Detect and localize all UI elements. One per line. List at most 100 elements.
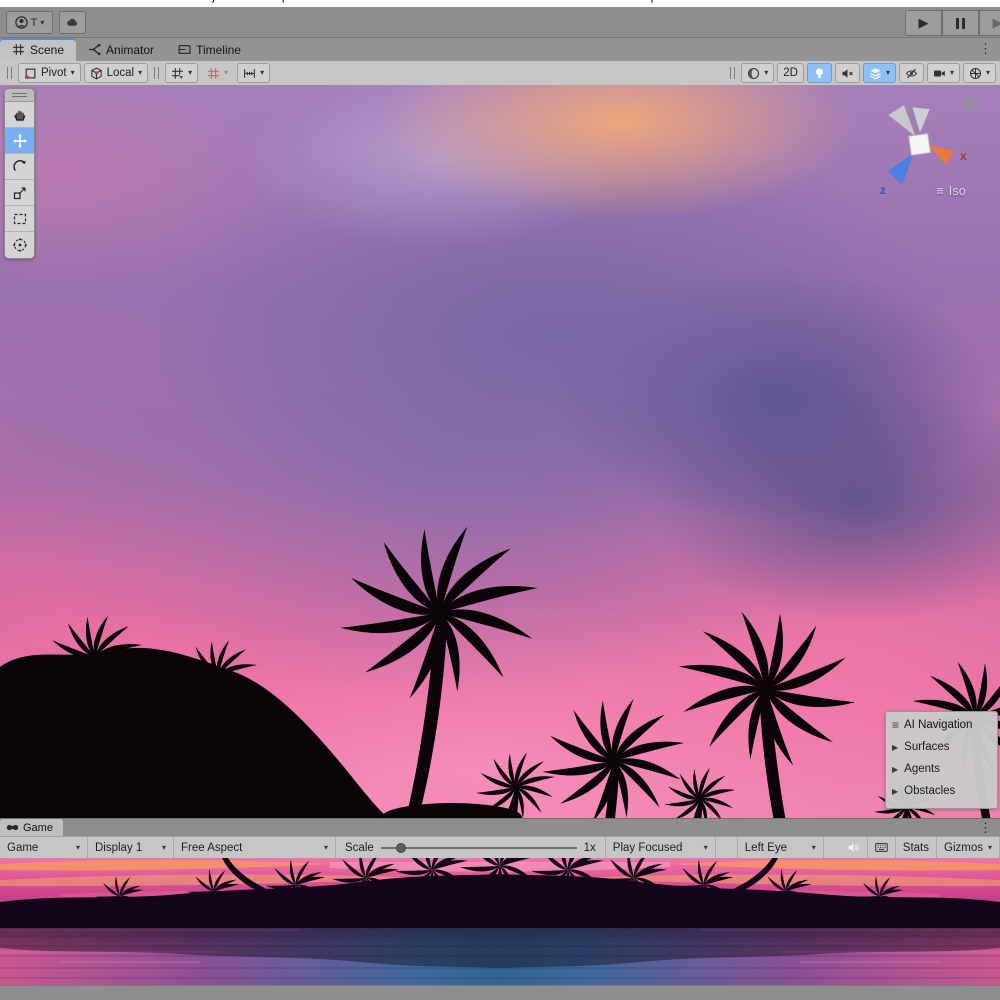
grid-visibility-dropdown[interactable]: ▾ [165, 63, 198, 83]
gizmo-lock-icon[interactable] [963, 101, 974, 110]
rect-tool-button[interactable] [5, 206, 34, 232]
menu-services[interactable]: Services [333, 0, 405, 3]
scale-slider[interactable] [381, 847, 577, 849]
game-view[interactable] [0, 858, 1000, 985]
chevron-down-icon: ▾ [76, 844, 80, 852]
snap-increment-dropdown[interactable]: ▾ [237, 63, 270, 83]
tab-game[interactable]: Game [0, 819, 63, 836]
scale-value: 1x [584, 842, 596, 854]
menu-component[interactable]: Component [243, 0, 332, 3]
scene-palm-silhouettes [0, 85, 1000, 818]
chevron-down-icon: ▾ [704, 844, 708, 852]
scene-tab-grid-icon [12, 43, 25, 56]
chevron-down-icon: ▾ [71, 69, 75, 77]
transform-tool-button[interactable] [5, 232, 34, 258]
mute-audio-toggle[interactable] [840, 837, 868, 858]
gizmo-x-axis-label[interactable]: x [960, 149, 967, 163]
vr-keyboard-toggle[interactable] [868, 837, 896, 858]
game-panel-kebab[interactable]: ⋮ [979, 820, 992, 836]
rotate-tool-button[interactable] [5, 154, 34, 180]
rect-dashed-icon [12, 211, 28, 227]
drag-handle-icon[interactable] [7, 67, 12, 79]
blank-toggle-button[interactable] [716, 837, 738, 858]
drag-handle-icon[interactable] [154, 67, 159, 79]
gizmos-visibility-dropdown[interactable]: ▾ [963, 63, 996, 83]
tab-scene[interactable]: Scene [0, 38, 76, 61]
account-dropdown-button[interactable]: T ▾ [6, 11, 53, 34]
keyboard-icon [875, 841, 888, 854]
ainav-agents-label: Agents [904, 763, 940, 775]
panel-menu-kebab[interactable]: ⋮ [979, 41, 992, 57]
step-button[interactable]: ▶ [979, 10, 1000, 36]
stats-toggle[interactable]: Stats [896, 837, 937, 858]
2d-mode-toggle[interactable]: 2D [777, 63, 804, 83]
menu-jobs[interactable]: Jobs [404, 0, 453, 3]
pivot-mode-dropdown[interactable]: Pivot ▾ [18, 63, 81, 83]
tab-timeline[interactable]: Timeline [166, 38, 253, 61]
game-target-dropdown[interactable]: Game ▾ [0, 837, 88, 858]
scene-toolbar: Pivot ▾ Local ▾ ▾ ▾ [0, 61, 1000, 85]
tab-timeline-label: Timeline [196, 43, 241, 57]
step-forward-icon: ▶ [993, 15, 1000, 31]
display-dropdown[interactable]: Display 1 ▾ [88, 837, 174, 858]
move-tool-button[interactable] [5, 128, 34, 154]
xr-eye-dropdown[interactable]: Left Eye ▾ [738, 837, 824, 858]
pause-icon [956, 18, 965, 29]
menu-vrchat-sdk[interactable]: VRChat SDK [454, 0, 552, 3]
chevron-down-icon: ▾ [812, 844, 816, 852]
cloud-button[interactable] [59, 11, 86, 34]
scene-view[interactable]: x z ≡ Iso ≡ AI Navigation ▶ Surfaces ▶ A… [0, 85, 1000, 818]
chevron-down-icon: ▾ [40, 19, 44, 27]
ainav-foldout-obstacles[interactable]: ▶ Obstacles [892, 780, 991, 802]
gizmo-z-axis-label[interactable]: z [880, 183, 886, 197]
menu-window[interactable]: Window [552, 0, 620, 3]
scale-tool-button[interactable] [5, 180, 34, 206]
pause-button[interactable] [942, 10, 979, 36]
scene-toolbar-right: ▾ 2D ▾ [727, 63, 996, 83]
scene-lighting-toggle[interactable] [807, 63, 832, 83]
stats-label: Stats [903, 842, 929, 854]
pivot-icon [24, 67, 37, 80]
menu-gameobject[interactable]: GameObject [148, 0, 243, 3]
handle-orientation-dropdown[interactable]: Local ▾ [84, 63, 149, 83]
menu-assets[interactable]: Assets [87, 0, 148, 3]
tools-overlay [4, 88, 35, 259]
drag-handle-icon: ≡ [892, 718, 899, 732]
menu-help[interactable]: Help [620, 0, 669, 3]
scene-camera-dropdown[interactable]: ▾ [927, 63, 960, 83]
menu-edit[interactable]: Edit [43, 0, 87, 3]
ai-navigation-header[interactable]: ≡ AI Navigation [892, 716, 991, 736]
aspect-ratio-dropdown[interactable]: Free Aspect ▾ [174, 837, 336, 858]
chevron-down-icon: ▾ [138, 69, 142, 77]
tab-scene-label: Scene [30, 43, 64, 57]
ai-navigation-title: AI Navigation [904, 719, 972, 731]
main-toolbar: T ▾ ▶ ▶ [0, 7, 1000, 38]
gizmo-projection-toggle[interactable]: ≡ Iso [936, 183, 966, 198]
menu-file[interactable]: File [0, 0, 43, 3]
eye-hidden-icon [905, 67, 918, 80]
hand-tool-button[interactable] [5, 102, 34, 128]
ainav-surfaces-label: Surfaces [904, 741, 949, 753]
grid-icon [171, 67, 184, 80]
pan-hand-icon [12, 107, 28, 123]
aspect-label: Free Aspect [181, 842, 242, 854]
scene-visibility-toggle[interactable] [899, 63, 924, 83]
camera-icon [933, 67, 946, 80]
ainav-foldout-surfaces[interactable]: ▶ Surfaces [892, 736, 991, 758]
cube-icon [90, 67, 103, 80]
scene-audio-toggle[interactable] [835, 63, 860, 83]
scene-effects-dropdown[interactable]: ▾ [863, 63, 896, 83]
play-mode-dropdown[interactable]: Play Focused ▾ [606, 837, 716, 858]
game-target-label: Game [7, 842, 38, 854]
layer-stack-icon [869, 67, 882, 80]
tools-drag-handle[interactable] [5, 89, 34, 102]
orientation-gizmo[interactable]: x z [858, 93, 988, 213]
shading-mode-dropdown[interactable]: ▾ [741, 63, 774, 83]
play-button[interactable]: ▶ [905, 10, 942, 36]
scale-slider-thumb[interactable] [396, 843, 406, 853]
drag-handle-icon[interactable] [730, 67, 735, 79]
gizmos-dropdown[interactable]: Gizmos ▾ [937, 837, 1000, 858]
tab-animator[interactable]: Animator [76, 38, 166, 61]
grid-snap-dropdown-disabled[interactable]: ▾ [201, 63, 234, 83]
ainav-foldout-agents[interactable]: ▶ Agents [892, 758, 991, 780]
